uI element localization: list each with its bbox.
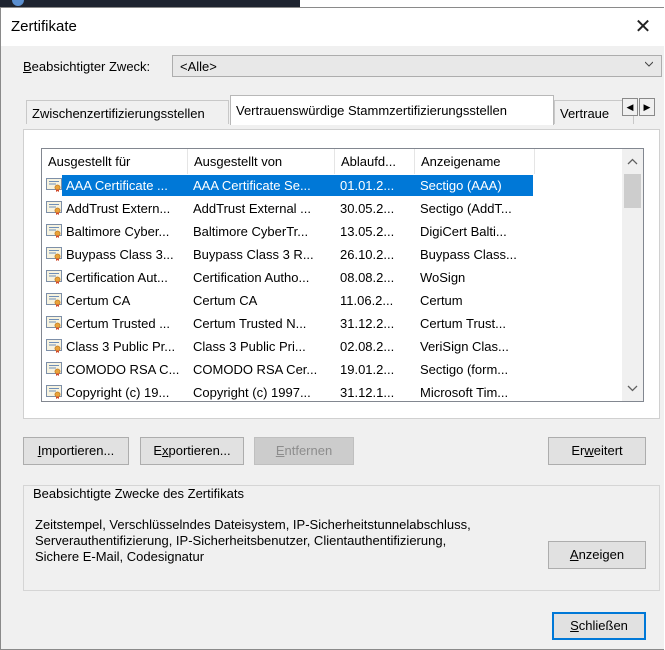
cell-expiration: 01.01.2...	[335, 175, 415, 196]
close-button[interactable]: Schließen	[552, 612, 646, 640]
purposes-line: Serverauthentifizierung, IP-Sicherheitsb…	[35, 533, 447, 548]
list-rows: AAA Certificate ... AAA Certificate Se...…	[42, 174, 622, 401]
tab-panel: Ausgestellt für Ausgestellt von Ablaufd.…	[23, 129, 660, 419]
certificate-list[interactable]: Ausgestellt für Ausgestellt von Ablaufd.…	[41, 148, 644, 402]
cell-issued-to: AddTrust Extern...	[66, 201, 171, 216]
purposes-group-title: Beabsichtigte Zwecke des Zertifikats	[30, 486, 247, 501]
cell-issued-to: Certum Trusted ...	[66, 316, 171, 331]
close-icon[interactable]: ✕	[628, 12, 658, 42]
cell-issued-by: Buypass Class 3 R...	[193, 247, 314, 262]
cell-friendly-name: Certum Trust...	[420, 316, 506, 331]
certificate-icon	[46, 385, 62, 399]
table-row[interactable]: AddTrust Extern... AddTrust External ... 3…	[42, 197, 622, 220]
certificate-icon	[46, 201, 62, 215]
purpose-dropdown-value: <Alle>	[180, 59, 217, 74]
dialog-title: Zertifikate	[11, 18, 77, 35]
column-issued-by[interactable]: Ausgestellt von	[188, 149, 335, 174]
cell-issued-by: Certum CA	[193, 293, 258, 308]
cell-issued-by: Class 3 Public Pri...	[193, 339, 306, 354]
cell-friendly-name: Microsoft Tim...	[420, 385, 509, 400]
purposes-line: Sichere E-Mail, Codesignatur	[35, 549, 205, 564]
tab-intermediate-cas[interactable]: Zwischenzertifizierungsstellen	[26, 100, 229, 124]
cell-expiration: 19.01.2...	[340, 362, 395, 377]
cell-issued-to: Baltimore Cyber...	[66, 224, 170, 239]
cell-expiration: 08.08.2...	[340, 270, 395, 285]
cell-expiration: 31.12.2...	[340, 316, 395, 331]
cell-issued-to: Certum CA	[66, 293, 131, 308]
tab-scroll-left-icon[interactable]: ◀	[622, 98, 638, 116]
table-row[interactable]: Class 3 Public Pr... Class 3 Public Pri..…	[42, 335, 622, 358]
column-friendly-name[interactable]: Anzeigename	[415, 149, 535, 174]
purposes-line: Zeitstempel, Verschlüsselndes Dateisyste…	[35, 517, 471, 532]
table-row[interactable]: Buypass Class 3... Buypass Class 3 R... 26…	[42, 243, 622, 266]
cell-issued-by: Copyright (c) 1997...	[193, 385, 311, 400]
list-header: Ausgestellt für Ausgestellt von Ablaufd.…	[42, 149, 643, 174]
cell-expiration: 11.06.2...	[340, 293, 394, 308]
table-row[interactable]: COMODO RSA C... COMODO RSA Cer... 19.01.2.…	[42, 358, 622, 381]
cell-issued-to: AAA Certificate ...	[62, 175, 188, 196]
table-row[interactable]: Certification Aut... Certification Autho.…	[42, 266, 622, 289]
cell-expiration: 31.12.1...	[340, 385, 395, 400]
export-button[interactable]: Exportieren...	[140, 437, 244, 465]
cell-friendly-name: Sectigo (form...	[420, 362, 509, 377]
cell-issued-by: AddTrust External ...	[193, 201, 312, 216]
table-row[interactable]: AAA Certificate ... AAA Certificate Se...…	[42, 174, 622, 197]
certificate-icon	[46, 178, 62, 192]
scrollbar-thumb[interactable]	[624, 174, 641, 208]
column-issued-to[interactable]: Ausgestellt für	[42, 149, 188, 174]
remove-button[interactable]: Entfernen	[254, 437, 354, 465]
purpose-label: Beabsichtigter Zweck:	[23, 59, 151, 74]
cell-friendly-name: Sectigo (AddT...	[420, 201, 512, 216]
cell-issued-to: COMODO RSA C...	[66, 362, 180, 377]
certificate-icon	[46, 316, 62, 330]
scroll-up-icon[interactable]	[622, 152, 643, 172]
cell-issued-by: Certum Trusted N...	[193, 316, 307, 331]
cell-issued-by: Baltimore CyberTr...	[193, 224, 309, 239]
certificate-icon	[46, 339, 62, 353]
view-button[interactable]: Anzeigen	[548, 541, 646, 569]
certificate-icon	[46, 224, 62, 238]
table-row[interactable]: Baltimore Cyber... Baltimore CyberTr... 13…	[42, 220, 622, 243]
certificate-icon	[46, 362, 62, 376]
cell-issued-to: Buypass Class 3...	[66, 247, 174, 262]
title-bar: Zertifikate ✕	[1, 8, 664, 46]
tab-strip: Zwischenzertifizierungsstellen Vertrauen…	[0, 95, 665, 129]
cell-friendly-name: Sectigo (AAA)	[415, 175, 533, 196]
import-button[interactable]: Importieren...	[23, 437, 129, 465]
purpose-dropdown[interactable]: <Alle>	[172, 55, 662, 77]
cell-friendly-name: DigiCert Balti...	[420, 224, 507, 239]
cell-expiration: 13.05.2...	[340, 224, 395, 239]
cell-issued-by: Certification Autho...	[193, 270, 310, 285]
tab-trusted-root-cas[interactable]: Vertrauenswürdige Stammzertifizierungsst…	[230, 95, 554, 125]
cell-expiration: 30.05.2...	[340, 201, 395, 216]
column-expiration[interactable]: Ablaufd...	[335, 149, 415, 174]
cell-friendly-name: Certum	[420, 293, 463, 308]
cell-friendly-name: VeriSign Clas...	[420, 339, 509, 354]
cell-expiration: 02.08.2...	[340, 339, 395, 354]
table-row[interactable]: Certum Trusted ... Certum Trusted N... 31.…	[42, 312, 622, 335]
scroll-down-icon[interactable]	[622, 378, 643, 398]
background-app-icon	[12, 0, 24, 6]
certificate-icon	[46, 270, 62, 284]
advanced-button[interactable]: Erweitert	[548, 437, 646, 465]
table-row[interactable]: Copyright (c) 19... Copyright (c) 1997...…	[42, 381, 622, 401]
cell-friendly-name: WoSign	[420, 270, 466, 285]
cell-expiration: 26.10.2...	[340, 247, 395, 262]
cell-issued-by: AAA Certificate Se...	[188, 175, 335, 196]
cell-friendly-name: Buypass Class...	[420, 247, 517, 262]
chevron-down-icon	[645, 61, 653, 67]
purposes-text: Zeitstempel, Verschlüsselndes Dateisyste…	[35, 517, 535, 565]
cell-issued-to: Copyright (c) 19...	[66, 385, 170, 400]
certificate-icon	[46, 247, 62, 261]
cell-issued-to: Class 3 Public Pr...	[66, 339, 176, 354]
tab-scroll-right-icon[interactable]: ▶	[639, 98, 655, 116]
table-row[interactable]: Certum CA Certum CA 11.06.2... Certum	[42, 289, 622, 312]
cell-issued-to: Certification Aut...	[66, 270, 168, 285]
certificate-icon	[46, 293, 62, 307]
cell-issued-by: COMODO RSA Cer...	[193, 362, 318, 377]
vertical-scrollbar[interactable]	[622, 149, 643, 401]
